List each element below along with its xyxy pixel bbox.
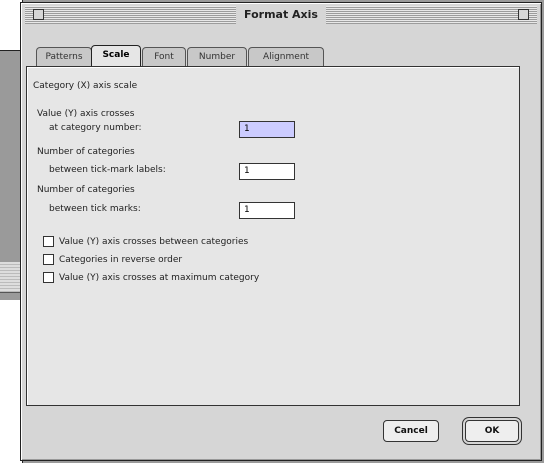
window-title: Format Axis: [236, 6, 326, 24]
tick-labels-label-line2: between tick-mark labels:: [49, 165, 166, 175]
tick-labels-label-line1: Number of categories: [37, 147, 135, 157]
tick-marks-label-line1: Number of categories: [37, 185, 135, 195]
title-bar[interactable]: Format Axis: [25, 6, 537, 24]
crosses-label-line1: Value (Y) axis crosses: [37, 109, 135, 119]
tab-scale[interactable]: Scale: [91, 45, 141, 66]
crosses-between-checkbox[interactable]: [43, 236, 54, 247]
crosses-max-label: Value (Y) axis crosses at maximum catego…: [59, 272, 260, 283]
crosses-label-line2: at category number:: [49, 123, 142, 133]
crosses-at-category-field[interactable]: 1: [239, 121, 295, 138]
tab-font[interactable]: Font: [142, 47, 186, 66]
checkbox-row-reverse-order[interactable]: Categories in reverse order: [43, 253, 182, 266]
zoom-box-icon[interactable]: [518, 9, 529, 20]
tick-marks-label-line2: between tick marks:: [49, 204, 141, 214]
checkbox-row-crosses-between[interactable]: Value (Y) axis crosses between categorie…: [43, 235, 248, 248]
tick-marks-field[interactable]: 1: [239, 202, 295, 219]
tab-alignment[interactable]: Alignment: [248, 47, 324, 66]
cancel-button[interactable]: Cancel: [383, 420, 439, 442]
close-box-icon[interactable]: [33, 9, 44, 20]
scale-heading: Category (X) axis scale: [33, 81, 138, 91]
crosses-between-label: Value (Y) axis crosses between categorie…: [59, 236, 249, 247]
ok-button[interactable]: OK: [465, 420, 519, 442]
reverse-order-label: Categories in reverse order: [59, 254, 183, 265]
reverse-order-checkbox[interactable]: [43, 254, 54, 265]
scale-panel: Category (X) axis scale Value (Y) axis c…: [26, 66, 520, 406]
tab-number[interactable]: Number: [187, 47, 247, 66]
tick-mark-labels-field[interactable]: 1: [239, 163, 295, 180]
crosses-max-checkbox[interactable]: [43, 272, 54, 283]
tab-patterns[interactable]: Patterns: [36, 47, 92, 66]
checkbox-row-crosses-max[interactable]: Value (Y) axis crosses at maximum catego…: [43, 271, 259, 284]
